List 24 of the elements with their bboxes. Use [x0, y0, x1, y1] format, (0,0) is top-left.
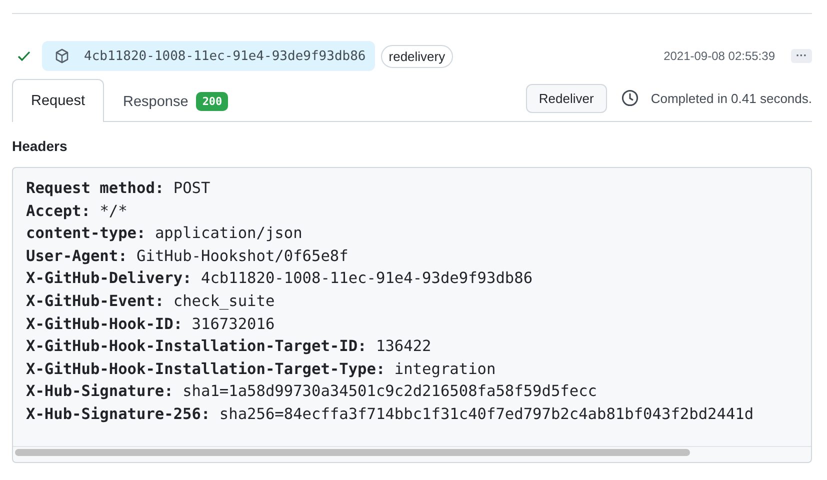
redeliver-button[interactable]: Redeliver	[526, 84, 607, 112]
clock-icon	[620, 89, 639, 107]
header-line: X-GitHub-Hook-Installation-Target-ID: 136422	[26, 336, 432, 358]
duration-text: Completed in 0.41 seconds.	[650, 90, 812, 106]
header-line: Request method: POST	[26, 178, 212, 199]
cube-icon	[54, 48, 70, 64]
scrollbar-thumb[interactable]	[15, 449, 690, 456]
timestamp: 2021-09-08 02:55:39	[664, 49, 775, 63]
header-line: User-Agent: GitHub-Hookshot/0f65e8f	[26, 246, 350, 267]
section-title: Headers	[12, 138, 68, 154]
header-line: X-GitHub-Hook-Installation-Target-Type: integration	[26, 358, 497, 380]
header-line: content-type: application/json	[26, 223, 304, 244]
tab[interactable]: Request	[12, 79, 104, 122]
header-line: X-GitHub-Event: check_suite	[26, 290, 276, 312]
more-button[interactable]: ···	[791, 49, 812, 63]
delivery-id[interactable]: 4cb11820-1008-11ec-91e4-93de9f93db86	[42, 41, 375, 71]
header-line: Accept: */*	[26, 200, 128, 222]
header-line: X-GitHub-Hook-ID: 316732016	[26, 314, 276, 335]
status-code-label: 200	[196, 92, 228, 111]
header-line: X-Hub-Signature: sha1=1a58d99730a34501c9c2d216508fa58f59d5fecc	[26, 381, 598, 402]
header-line: X-Hub-Signature-256: sha256=84ecffa3f714bbc1f31c40f7ed797b2c4ab81bf043f2bd2441d	[26, 404, 755, 425]
redelivery-label: redelivery	[380, 44, 454, 68]
header-line: X-GitHub-Delivery: 4cb11820-1008-11ec-91e4-93de9f93db86	[26, 268, 534, 290]
tab[interactable]: Response 200	[104, 80, 248, 122]
